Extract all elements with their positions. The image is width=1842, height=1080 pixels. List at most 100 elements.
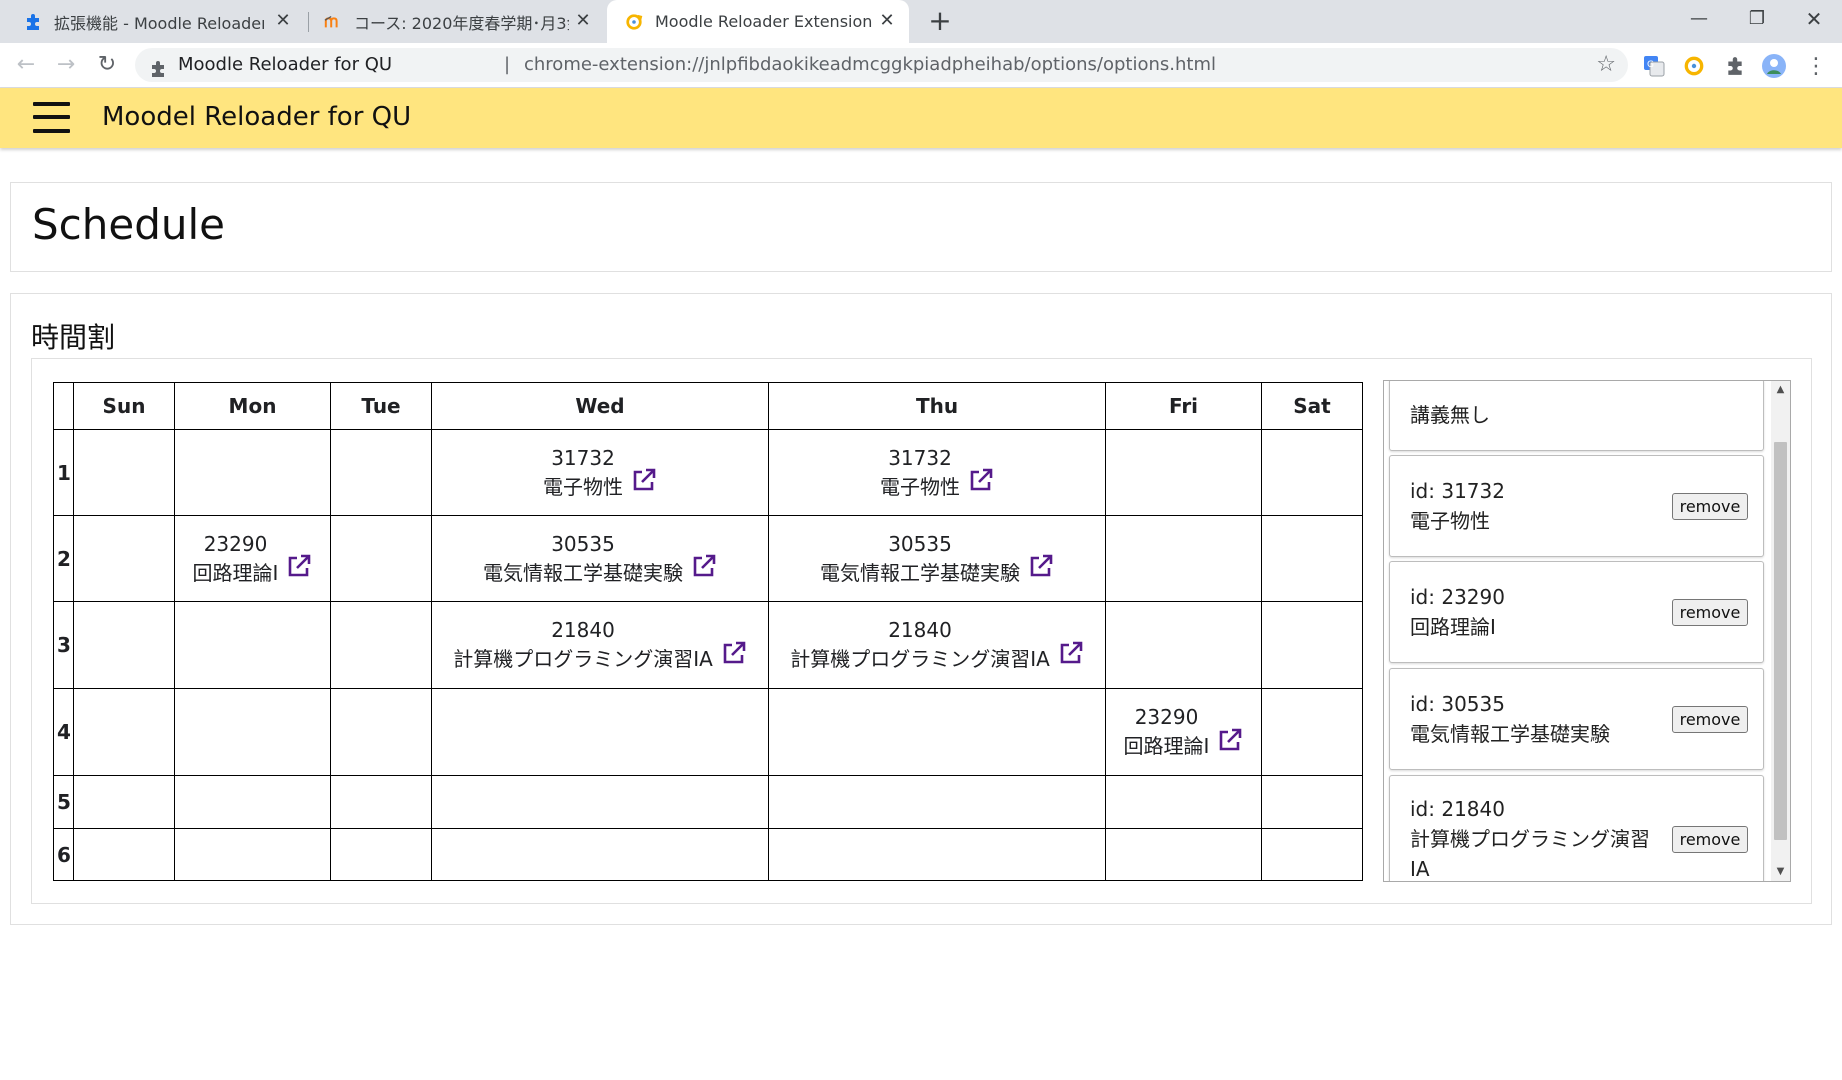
cell [1105,601,1262,689]
course-name: 電子物性 [880,474,960,499]
external-link-icon[interactable] [1217,727,1243,753]
moodle-icon [324,13,342,31]
cell: 23290 回路理論Ⅰ [174,515,331,602]
scroll-down-arrow-icon[interactable]: ▼ [1771,863,1790,881]
course-id: id: 21840 [1410,797,1505,821]
period-row: 5 [53,775,1363,829]
header-row: Sun Mon Tue Wed Thu Fri Sat [53,382,1363,430]
cell [1105,828,1262,881]
app-bar: Moodel Reloader for QU [0,88,1842,148]
course-list-item[interactable]: id: 23290 回路理論Ⅰ remove [1389,561,1764,663]
tab-course[interactable]: コース: 2020年度春学期･月3金2･回路理論Ⅰ ✕ [310,0,605,43]
cell [174,688,331,776]
course-list[interactable]: 講義無し id: 31732 電子物性 remove id: 23290 回路理… [1383,380,1791,882]
scrollbar-thumb[interactable] [1774,442,1787,840]
profile-avatar[interactable] [1761,53,1787,79]
external-link-icon[interactable] [721,640,747,666]
close-icon[interactable]: ✕ [273,11,293,31]
minimize-icon[interactable]: — [1671,0,1727,40]
cell [431,828,769,881]
close-icon[interactable]: ✕ [573,11,593,31]
remove-button[interactable]: remove [1672,599,1748,626]
period-label: 5 [53,775,74,829]
cell [73,429,175,516]
tab-extensions[interactable]: 拡張機能 - Moodle Reloader for QU ✕ [0,0,305,43]
course-list-item[interactable]: id: 31732 電子物性 remove [1389,455,1764,557]
course-id: 30535 [888,531,952,556]
cell [1261,828,1363,881]
course-id: 21840 [551,618,615,642]
day-header: Sun [73,382,175,430]
period-row: 2 23290 回路理論Ⅰ 30535 電気情報工学基礎実験 30535 電気情報工学… [53,515,1363,602]
translate-icon[interactable]: G [1641,53,1667,79]
browser-toolbar: ← → ↻ Moodle Reloader for QU | chrome-ex… [0,43,1842,88]
bookmark-star-icon[interactable]: ☆ [1596,48,1616,82]
forward-icon[interactable]: → [51,50,81,80]
no-lecture-item[interactable]: 講義無し [1389,381,1764,451]
course-id: 31732 [551,445,615,470]
restore-icon[interactable]: ❐ [1729,0,1785,40]
cell: 21840 計算機プログラミング演習ⅠA [431,601,769,689]
day-header: Mon [174,382,331,430]
extensions-puzzle-icon[interactable] [1722,53,1748,79]
course-entry: 31732 電子物性 [543,444,623,502]
course-list-item[interactable]: id: 30535 電気情報工学基礎実験 remove [1389,668,1764,770]
course-name: 電子物性 [1410,509,1490,533]
course-id: id: 31732 [1410,479,1505,503]
cell [73,515,175,602]
course-id: id: 23290 [1410,585,1505,609]
cell [1261,515,1363,602]
course-list-item[interactable]: id: 21840 計算機プログラミング演習ⅠA remove [1389,775,1764,881]
external-link-icon[interactable] [1028,553,1054,579]
external-link-icon[interactable] [691,553,717,579]
period-row: 6 [53,828,1363,881]
external-link-icon[interactable] [631,467,657,493]
scroll-up-arrow-icon[interactable]: ▲ [1771,381,1790,399]
external-link-icon[interactable] [1058,640,1084,666]
corner-cell [53,382,74,430]
window-close-icon[interactable]: ✕ [1786,0,1842,40]
cell [174,429,331,516]
external-link-icon[interactable] [286,553,312,579]
course-id: 23290 [203,531,268,556]
reloader-extension-icon[interactable] [1681,53,1707,79]
cell [1105,429,1262,516]
remove-button[interactable]: remove [1672,826,1748,853]
cell [330,429,432,516]
tab-title: 拡張機能 - Moodle Reloader for QU [54,13,264,33]
course-name: 回路理論Ⅰ [1410,615,1496,639]
remove-button[interactable]: remove [1672,706,1748,733]
course-name: 回路理論Ⅰ [192,560,279,585]
period-label: 6 [53,828,74,881]
course-id: 21840 [888,618,952,642]
cell [330,515,432,602]
course-name: 電気情報工学基礎実験 [820,560,1020,585]
hamburger-menu-icon[interactable] [33,102,70,134]
course-id: 31732 [888,445,952,470]
period-label: 1 [53,429,74,516]
course-id: id: 30535 [1410,692,1505,716]
menu-dots-icon[interactable]: ⋮ [1803,53,1829,79]
cell: 31732 電子物性 [431,429,769,516]
tab-reloader[interactable]: Moodle Reloader Extension ✕ [607,0,909,43]
tab-strip: 拡張機能 - Moodle Reloader for QU ✕ コース: 202… [0,0,1842,43]
svg-text:G: G [1647,60,1654,70]
cell [1105,775,1262,829]
cell [330,688,432,776]
period-row: 4 23290 回路理論Ⅰ [53,688,1363,776]
close-icon[interactable]: ✕ [877,11,897,31]
timetable: Sun Mon Tue Wed Thu Fri Sat 1 31732 電子物性 … [53,382,1363,881]
course-id: 30535 [551,531,615,556]
remove-button[interactable]: remove [1672,493,1748,520]
no-lecture-label: 講義無し [1410,403,1490,427]
cell: 30535 電気情報工学基礎実験 [431,515,769,602]
cell: 23290 回路理論Ⅰ [1105,688,1262,776]
cell [73,775,175,829]
external-link-icon[interactable] [968,467,994,493]
reload-icon[interactable]: ↻ [92,50,122,80]
back-icon[interactable]: ← [11,50,41,80]
new-tab-icon[interactable]: + [925,7,955,37]
scrollbar[interactable]: ▲ ▼ [1771,381,1790,881]
course-entry: 23290 回路理論Ⅰ [193,530,279,588]
omnibox[interactable]: Moodle Reloader for QU | chrome-extensio… [135,48,1628,82]
